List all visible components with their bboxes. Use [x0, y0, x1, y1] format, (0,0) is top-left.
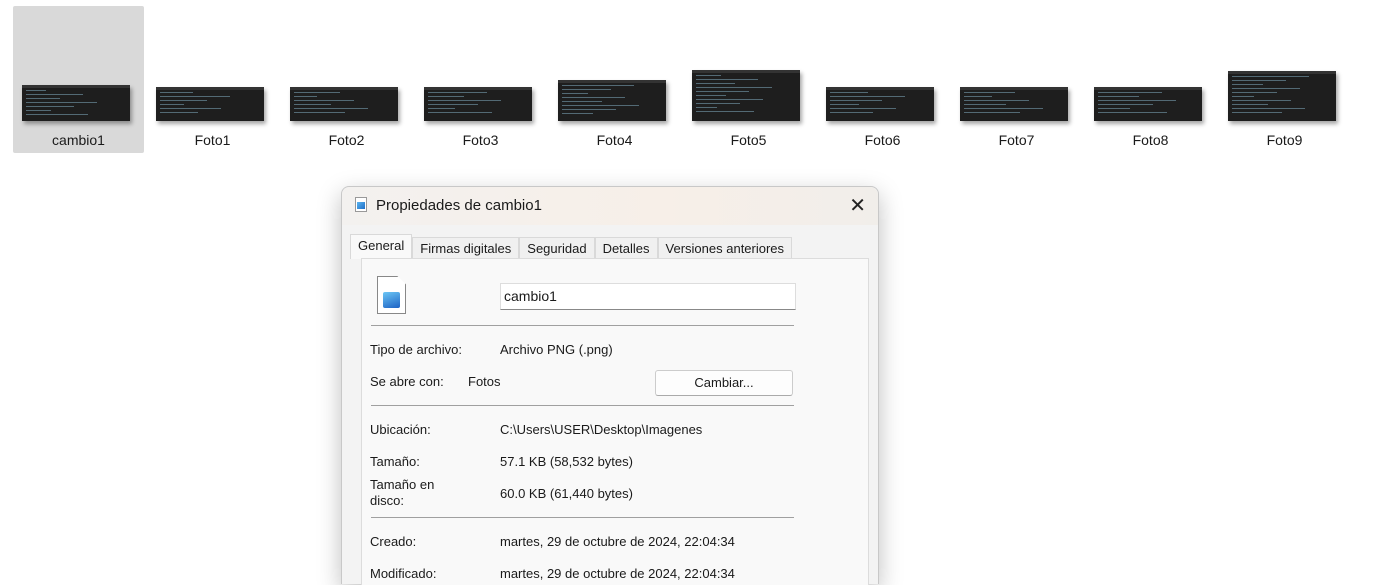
- tab-details[interactable]: Detalles: [594, 237, 658, 259]
- file-thumbnail: [1228, 71, 1336, 121]
- file-name: Foto3: [462, 132, 499, 148]
- modified-label: Modificado:: [370, 566, 437, 581]
- filename-input[interactable]: cambio1: [500, 283, 796, 310]
- file-thumbnail: [22, 85, 130, 121]
- file-item[interactable]: Foto6: [817, 6, 948, 153]
- file-name: Foto7: [998, 132, 1035, 148]
- file-thumbnail: [290, 87, 398, 121]
- file-name: Foto5: [730, 132, 767, 148]
- file-thumbnail: [692, 70, 800, 121]
- image-file-icon: [355, 197, 367, 212]
- opens-with-value: Fotos: [468, 374, 501, 389]
- file-item[interactable]: Foto9: [1219, 6, 1350, 153]
- file-item[interactable]: Foto5: [683, 6, 814, 153]
- file-item[interactable]: Foto4: [549, 6, 680, 153]
- close-icon[interactable]: ✕: [849, 193, 866, 218]
- general-panel: cambio1 Tipo de archivo: Archivo PNG (.p…: [361, 258, 869, 585]
- divider: [371, 325, 794, 326]
- image-file-icon: [377, 276, 406, 314]
- disk-size-label: Tamaño en disco:: [370, 477, 435, 508]
- created-label: Creado:: [370, 534, 417, 549]
- tab-digital-signatures[interactable]: Firmas digitales: [412, 237, 520, 259]
- file-thumbnail: [1094, 87, 1202, 121]
- file-name: Foto1: [194, 132, 231, 148]
- file-item[interactable]: Foto2: [281, 6, 412, 153]
- file-thumbnail: [960, 87, 1068, 121]
- divider: [371, 405, 794, 406]
- type-value: Archivo PNG (.png): [500, 342, 613, 357]
- file-thumbnail: [156, 87, 264, 121]
- dialog-title: Propiedades de cambio1: [376, 197, 542, 214]
- divider: [371, 517, 794, 518]
- file-item[interactable]: Foto8: [1085, 6, 1216, 153]
- title-bar[interactable]: Propiedades de cambio1 ✕: [342, 187, 878, 225]
- size-value: 57.1 KB (58,532 bytes): [500, 454, 633, 469]
- file-name: Foto2: [328, 132, 365, 148]
- file-name: Foto8: [1132, 132, 1169, 148]
- file-name: cambio1: [52, 132, 105, 148]
- file-thumbnail: [424, 87, 532, 121]
- change-button[interactable]: Cambiar...: [655, 370, 793, 396]
- file-item[interactable]: Foto3: [415, 6, 546, 153]
- file-thumbnail: [558, 80, 666, 121]
- disk-size-value: 60.0 KB (61,440 bytes): [500, 486, 633, 501]
- location-label: Ubicación:: [370, 422, 431, 437]
- file-name: Foto9: [1266, 132, 1303, 148]
- file-item[interactable]: cambio1: [13, 6, 144, 153]
- location-value: C:\Users\USER\Desktop\Imagenes: [500, 422, 703, 437]
- type-label: Tipo de archivo:: [370, 342, 463, 357]
- file-name: Foto4: [596, 132, 633, 148]
- opens-with-label: Se abre con:: [370, 374, 444, 389]
- properties-dialog: Propiedades de cambio1 ✕ General Firmas …: [341, 186, 879, 585]
- tab-previous-versions[interactable]: Versiones anteriores: [657, 237, 793, 259]
- file-item[interactable]: Foto1: [147, 6, 278, 153]
- tab-security[interactable]: Seguridad: [519, 237, 595, 259]
- tab-general[interactable]: General: [350, 234, 413, 259]
- size-label: Tamaño:: [370, 454, 420, 469]
- modified-value: martes, 29 de octubre de 2024, 22:04:34: [500, 566, 735, 581]
- file-name: Foto6: [864, 132, 901, 148]
- file-item[interactable]: Foto7: [951, 6, 1082, 153]
- created-value: martes, 29 de octubre de 2024, 22:04:34: [500, 534, 735, 549]
- file-thumbnail: [826, 87, 934, 121]
